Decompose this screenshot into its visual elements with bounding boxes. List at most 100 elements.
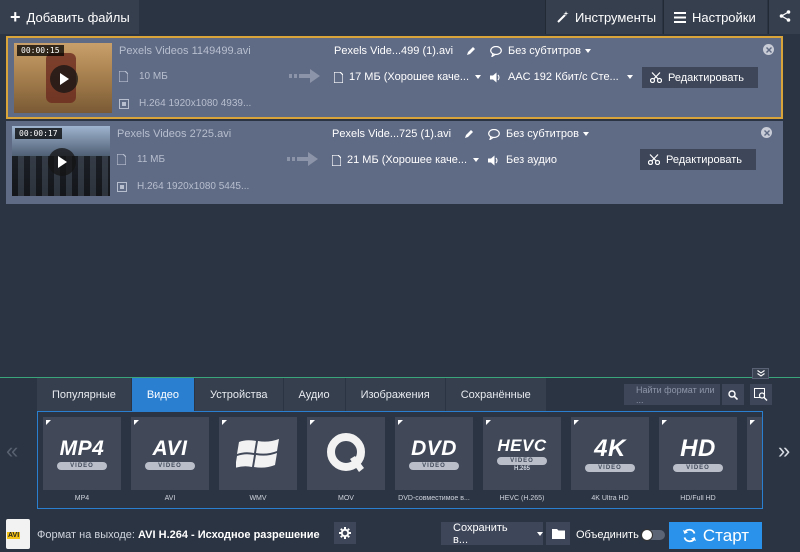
source-file-name: Pexels Videos 2725.avi: [117, 128, 232, 140]
format-settings-button[interactable]: [334, 522, 356, 544]
output-size-dropdown[interactable]: 17 МБ (Хорошее каче...: [334, 71, 482, 83]
audio-dropdown[interactable]: AAC 192 Кбит/с Сте...: [490, 71, 633, 83]
format-item-partial[interactable]: [747, 417, 762, 490]
play-button[interactable]: [48, 148, 76, 176]
file-icon: [117, 154, 129, 165]
plus-icon: +: [10, 7, 21, 27]
close-icon: [763, 129, 770, 136]
windows-logo-icon: [236, 438, 279, 468]
convert-arrow-icon: [287, 152, 319, 169]
file-icon: [332, 154, 341, 166]
avi-logo-icon: AVI: [152, 437, 188, 460]
source-codec: H.264 1920x1080 4939...: [119, 98, 251, 109]
settings-label: Настройки: [692, 9, 756, 25]
chevron-down-icon: [582, 132, 589, 136]
speech-bubble-icon: [488, 128, 500, 140]
video-thumbnail[interactable]: 00:00:17: [12, 126, 110, 196]
hevc-logo-icon: HEVC: [497, 435, 547, 455]
start-button[interactable]: Старт: [669, 522, 762, 549]
dvd-logo-icon: DVD: [411, 437, 457, 460]
edit-button[interactable]: Редактировать: [642, 67, 758, 88]
4k-logo-icon: 4K: [594, 435, 626, 462]
format-item-wmv[interactable]: WMV: [219, 417, 297, 502]
speaker-icon: [490, 72, 502, 83]
save-to-dropdown[interactable]: Сохранить в...: [441, 522, 543, 546]
remove-file-button[interactable]: [761, 127, 772, 138]
search-icon: [728, 389, 738, 400]
settings-button[interactable]: Настройки: [663, 0, 767, 34]
format-item-avi[interactable]: AVI VIDEO AVI: [131, 417, 209, 502]
tools-button[interactable]: Инструменты: [545, 0, 662, 34]
tab-popular[interactable]: Популярные: [37, 378, 132, 411]
rename-pencil-icon[interactable]: [464, 128, 474, 142]
menu-icon: [674, 11, 686, 23]
tab-devices[interactable]: Устройства: [194, 378, 284, 411]
hd-logo-icon: HD: [680, 435, 716, 462]
folder-icon: [551, 529, 565, 539]
format-item-4k[interactable]: 4K VIDEO 4K Ultra HD: [571, 417, 649, 502]
merge-toggle[interactable]: Объединить: [576, 529, 665, 541]
timecode: 00:00:15: [17, 45, 64, 56]
source-file-name: Pexels Videos 1149499.avi: [119, 45, 251, 57]
add-files-button[interactable]: + Добавить файлы: [0, 0, 139, 34]
chevron-down-icon: [584, 49, 591, 53]
preview-search-icon: [754, 388, 768, 401]
tab-video[interactable]: Видео: [131, 378, 195, 411]
source-codec: H.264 1920x1080 5445...: [117, 181, 249, 192]
output-file-name[interactable]: Pexels Vide...725 (1).avi: [332, 128, 451, 140]
magic-wand-icon: [556, 10, 569, 24]
tab-audio[interactable]: Аудио: [283, 378, 346, 411]
format-preview-button[interactable]: [750, 384, 772, 405]
edit-button[interactable]: Редактировать: [640, 149, 756, 170]
file-row[interactable]: 00:00:15 Pexels Videos 1149499.avi 10 МБ…: [6, 36, 783, 119]
format-search-input[interactable]: Найти формат или ...: [624, 384, 720, 405]
format-item-hevc[interactable]: HEVC VIDEO H.265 HEVC (H.265): [483, 417, 561, 502]
format-item-dvd[interactable]: DVD VIDEO DVD-совместимое в...: [395, 417, 473, 502]
format-item-mov[interactable]: MOV: [307, 417, 385, 502]
carousel-prev-button[interactable]: «: [6, 438, 18, 464]
play-icon: [58, 156, 67, 168]
output-format-label: Формат на выходе: AVI H.264 - Исходное р…: [37, 529, 320, 541]
mp4-logo-icon: MP4: [59, 437, 105, 460]
video-thumbnail[interactable]: 00:00:15: [14, 43, 112, 113]
top-toolbar: + Добавить файлы Инструменты Настройки: [0, 0, 800, 34]
double-chevron-down-icon: [756, 370, 765, 377]
gear-icon: [339, 527, 351, 539]
film-icon: [119, 98, 131, 109]
close-icon: [765, 46, 772, 53]
play-button[interactable]: [50, 65, 78, 93]
carousel-next-button[interactable]: »: [778, 438, 790, 464]
toggle-switch[interactable]: [640, 529, 665, 541]
play-icon: [60, 73, 69, 85]
tab-saved[interactable]: Сохранённые: [445, 378, 547, 411]
scissors-icon: [650, 72, 662, 83]
collapse-panel-button[interactable]: [752, 368, 769, 379]
rename-pencil-icon[interactable]: [466, 45, 476, 59]
tools-label: Инструменты: [575, 9, 657, 25]
speaker-icon: [488, 155, 500, 166]
timecode: 00:00:17: [15, 128, 62, 139]
status-bar: AVI Формат на выходе: AVI H.264 - Исходн…: [0, 516, 800, 552]
audio-dropdown[interactable]: Без аудио: [488, 154, 557, 166]
source-size: 10 МБ: [119, 71, 168, 82]
scissors-icon: [648, 154, 660, 165]
subtitles-dropdown[interactable]: Без субтитров: [488, 128, 589, 140]
file-icon: [334, 71, 343, 83]
format-item-mp4[interactable]: MP4 VIDEO MP4: [43, 417, 121, 502]
output-file-name[interactable]: Pexels Vide...499 (1).avi: [334, 45, 453, 57]
open-folder-button[interactable]: [546, 522, 570, 545]
refresh-icon: [682, 528, 697, 543]
format-item-hd[interactable]: HD VIDEO HD/Full HD: [659, 417, 737, 502]
subtitles-dropdown[interactable]: Без субтитров: [490, 45, 591, 57]
convert-arrow-icon: [289, 69, 321, 86]
remove-file-button[interactable]: [763, 44, 774, 55]
output-size-dropdown[interactable]: 21 МБ (Хорошее каче...: [332, 154, 480, 166]
format-search-button[interactable]: [722, 384, 744, 405]
quicktime-logo-icon: [327, 432, 365, 472]
file-row[interactable]: 00:00:17 Pexels Videos 2725.avi 11 МБ H.…: [6, 121, 783, 204]
share-icon: [779, 9, 791, 25]
share-button[interactable]: [768, 0, 800, 34]
tab-images[interactable]: Изображения: [345, 378, 446, 411]
chevron-down-icon: [537, 531, 543, 536]
source-size: 11 МБ: [117, 154, 165, 165]
